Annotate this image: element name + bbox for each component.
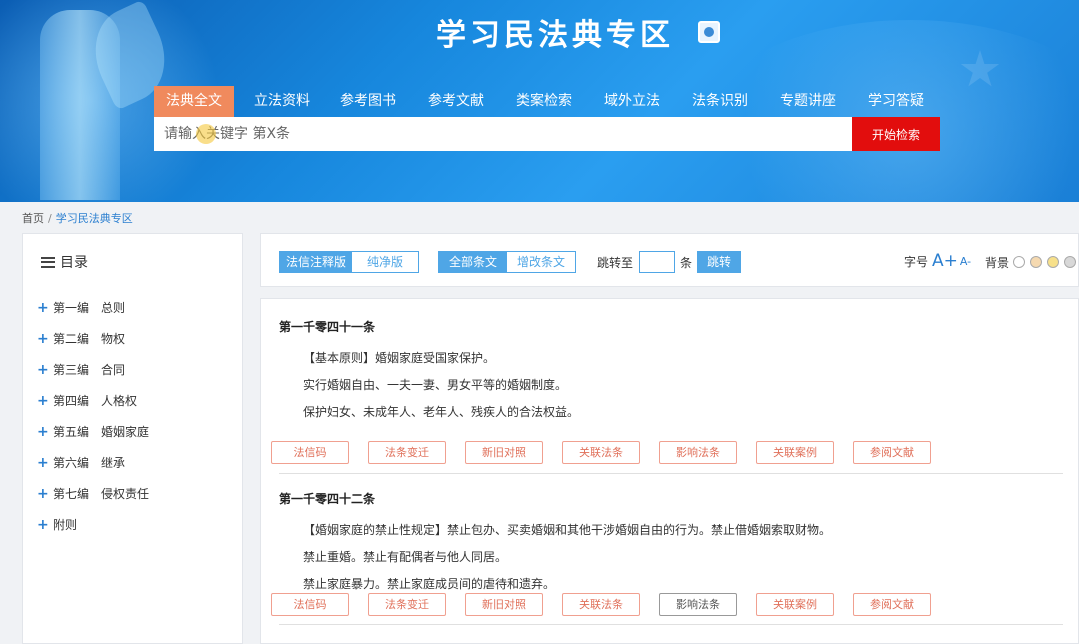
search-bar: 开始检索	[154, 117, 940, 151]
affected-articles-button[interactable]: 影响法条	[659, 593, 737, 616]
plus-icon: +	[37, 392, 49, 409]
plus-icon: +	[37, 454, 49, 471]
related-cases-button[interactable]: 关联案例	[756, 593, 834, 616]
toc-list: + 第一编 总则 + 第二编 物权 + 第三编 合同 + 第四编 人格权 + 第五编 婚姻…	[37, 292, 149, 540]
toc-item-label: 第三编 合同	[53, 363, 126, 377]
article-divider	[279, 624, 1063, 625]
nav-item-lectures[interactable]: 专题讲座	[764, 86, 852, 117]
plus-icon: +	[37, 330, 49, 347]
old-new-compare-button[interactable]: 新旧对照	[465, 441, 543, 464]
all-articles-button[interactable]: 全部条文	[439, 252, 508, 272]
plain-edition-button[interactable]: 纯净版	[352, 252, 419, 272]
main-nav: 法典全文 立法资料 参考图书 参考文献 类案检索 域外立法 法条识别 专题讲座 …	[154, 86, 934, 117]
jump-suffix-label: 条	[680, 256, 693, 270]
affected-articles-button[interactable]: 影响法条	[659, 441, 737, 464]
article-actions: 法信码 法条变迁 新旧对照 关联法条 影响法条 关联案例 参阅文献	[271, 593, 950, 616]
toc-item-label: 第二编 物权	[53, 332, 126, 346]
reference-docs-button[interactable]: 参阅文献	[853, 441, 931, 464]
jump-button[interactable]: 跳转	[697, 251, 741, 273]
plus-icon: +	[37, 423, 49, 440]
bg-swatch-yellow[interactable]	[1047, 256, 1059, 268]
nav-item-article-recognition[interactable]: 法条识别	[676, 86, 764, 117]
nav-item-references[interactable]: 参考文献	[412, 86, 500, 117]
reader-toolbar: 法信注释版 纯净版 全部条文 增改条文 跳转至 条 跳转 字号 A+ A- 背景	[260, 233, 1079, 287]
breadcrumb-separator: /	[48, 212, 52, 225]
breadcrumb-home[interactable]: 首页	[22, 212, 44, 225]
font-increase-icon[interactable]: A+	[932, 251, 958, 271]
toc-item-part-6[interactable]: + 第六编 继承	[37, 447, 149, 478]
toc-item-label: 附则	[53, 518, 78, 532]
breadcrumb-current[interactable]: 学习民法典专区	[56, 212, 133, 225]
related-articles-button[interactable]: 关联法条	[562, 593, 640, 616]
nav-item-qa[interactable]: 学习答疑	[852, 86, 934, 117]
emblem-icon	[698, 21, 720, 43]
article-line: 【基本原则】婚姻家庭受国家保护。	[303, 351, 496, 365]
article-actions: 法信码 法条变迁 新旧对照 关联法条 影响法条 关联案例 参阅文献	[271, 441, 950, 464]
amended-articles-button[interactable]: 增改条文	[507, 252, 576, 272]
article-history-button[interactable]: 法条变迁	[368, 593, 446, 616]
toc-sidebar: 目录 + 第一编 总则 + 第二编 物权 + 第三编 合同 + 第四编 人格权 + 第五编…	[22, 233, 243, 644]
jump-prefix-label: 跳转至	[597, 256, 634, 270]
nav-item-foreign-legislation[interactable]: 域外立法	[588, 86, 676, 117]
jump-article-input[interactable]	[639, 251, 675, 273]
article-line: 实行婚姻自由、一夫一妻、男女平等的婚姻制度。	[303, 378, 568, 392]
nav-item-full-text[interactable]: 法典全文	[154, 86, 234, 117]
article-1042: 第一千零四十二条 【婚姻家庭的禁止性规定】禁止包办、买卖婚姻和其他干涉婚姻自由的…	[279, 490, 1063, 592]
related-cases-button[interactable]: 关联案例	[756, 441, 834, 464]
article-line: 【婚姻家庭的禁止性规定】禁止包办、买卖婚姻和其他干涉婚姻自由的行为。禁止借婚姻索…	[303, 523, 832, 537]
bg-swatch-beige[interactable]	[1030, 256, 1042, 268]
search-input[interactable]	[154, 117, 852, 151]
background-label: 背景	[985, 256, 1010, 270]
toc-title: 目录	[60, 255, 88, 271]
font-decrease-icon[interactable]: A-	[960, 255, 971, 268]
reference-docs-button[interactable]: 参阅文献	[853, 593, 931, 616]
annotated-edition-button[interactable]: 法信注释版	[280, 252, 353, 272]
font-size-label: 字号	[904, 254, 929, 269]
toc-header[interactable]: 目录	[41, 252, 88, 272]
toc-item-part-7[interactable]: + 第七编 侵权责任	[37, 478, 149, 509]
article-history-button[interactable]: 法条变迁	[368, 441, 446, 464]
toc-item-part-3[interactable]: + 第三编 合同	[37, 354, 149, 385]
plus-icon: +	[37, 516, 49, 533]
toc-item-label: 第四编 人格权	[53, 394, 138, 408]
article-title: 第一千零四十一条	[279, 320, 376, 334]
toc-item-part-2[interactable]: + 第二编 物权	[37, 323, 149, 354]
bg-swatch-white[interactable]	[1013, 256, 1025, 268]
page-title: 学习民法典专区	[436, 18, 674, 53]
fxcode-button[interactable]: 法信码	[271, 593, 349, 616]
article-divider	[279, 473, 1063, 474]
article-filter-toggle: 全部条文 增改条文	[438, 251, 577, 273]
article-line: 禁止家庭暴力。禁止家庭成员间的虐待和遗弃。	[303, 577, 556, 591]
fxcode-button[interactable]: 法信码	[271, 441, 349, 464]
toc-item-part-1[interactable]: + 第一编 总则	[37, 292, 149, 323]
edition-toggle: 法信注释版 纯净版	[279, 251, 420, 273]
plus-icon: +	[37, 299, 49, 316]
toc-item-label: 第一编 总则	[53, 301, 126, 315]
toc-item-part-5[interactable]: + 第五编 婚姻家庭	[37, 416, 149, 447]
cursor-highlight	[196, 124, 216, 144]
article-content: 第一千零四十一条 【基本原则】婚姻家庭受国家保护。 实行婚姻自由、一夫一妻、男女…	[260, 298, 1079, 644]
toc-item-appendix[interactable]: + 附则	[37, 509, 149, 540]
menu-icon	[41, 256, 55, 268]
article-line: 禁止重婚。禁止有配偶者与他人同居。	[303, 550, 508, 564]
bg-swatch-gray[interactable]	[1064, 256, 1076, 268]
search-button[interactable]: 开始检索	[852, 117, 940, 151]
toc-item-label: 第五编 婚姻家庭	[53, 425, 150, 439]
plus-icon: +	[37, 485, 49, 502]
article-line: 保护妇女、未成年人、老年人、残疾人的合法权益。	[303, 405, 580, 419]
article-1041: 第一千零四十一条 【基本原则】婚姻家庭受国家保护。 实行婚姻自由、一夫一妻、男女…	[279, 318, 1063, 420]
nav-item-case-search[interactable]: 类案检索	[500, 86, 588, 117]
font-size-control: 字号 A+ A-	[904, 251, 971, 271]
breadcrumb: 首页 / 学习民法典专区	[22, 210, 133, 226]
plus-icon: +	[37, 361, 49, 378]
toc-item-label: 第七编 侵权责任	[53, 487, 150, 501]
nav-item-reference-books[interactable]: 参考图书	[325, 86, 412, 117]
related-articles-button[interactable]: 关联法条	[562, 441, 640, 464]
article-title: 第一千零四十二条	[279, 492, 376, 506]
toc-item-part-4[interactable]: + 第四编 人格权	[37, 385, 149, 416]
toc-item-label: 第六编 继承	[53, 456, 126, 470]
nav-item-legislative-materials[interactable]: 立法资料	[234, 86, 325, 117]
old-new-compare-button[interactable]: 新旧对照	[465, 593, 543, 616]
